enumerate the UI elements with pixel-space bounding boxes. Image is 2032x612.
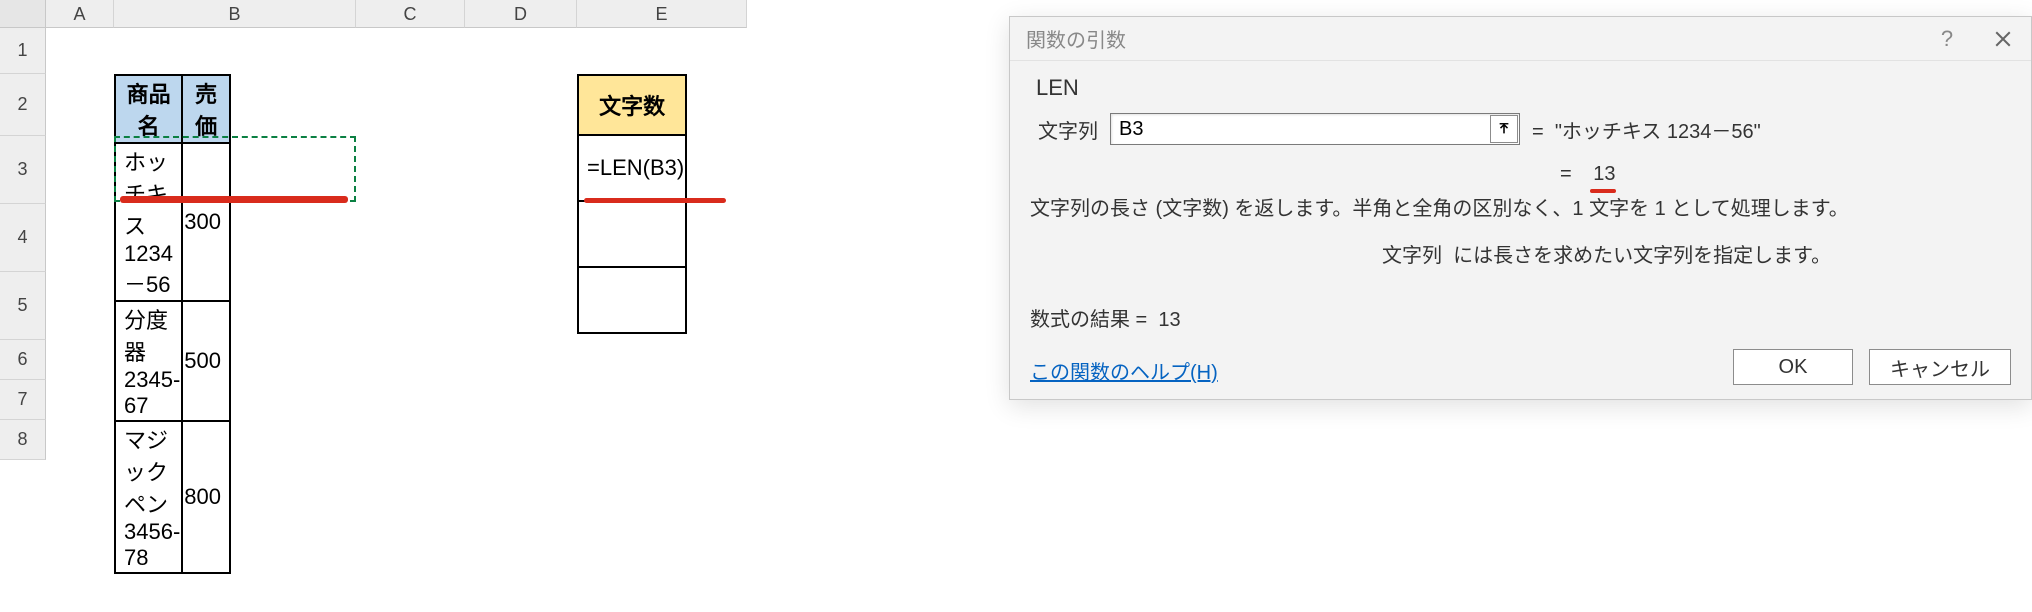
products-table[interactable]: 商品名 売価 ホッチキス 1234－56 300 分度器 2345-67 500… (114, 74, 231, 574)
arg-eval: = "ホッチキス 1234－56" (1532, 115, 1761, 144)
cell-c3[interactable]: 300 (182, 143, 230, 301)
help-icon: ? (1941, 26, 1953, 52)
annotation-red-underline-result (1590, 189, 1616, 193)
cell-e5[interactable] (578, 267, 686, 333)
cell-b5[interactable]: マジックペン 3456-78 (115, 421, 182, 573)
arrow-up-icon (1497, 122, 1511, 136)
cell-b4[interactable]: 分度器 2345-67 (115, 301, 182, 421)
close-button[interactable] (1975, 17, 2031, 61)
close-icon (1994, 30, 2012, 48)
row-head-8[interactable]: 8 (0, 420, 46, 460)
len-table-head[interactable]: 文字数 (578, 75, 686, 135)
row-head-7[interactable]: 7 (0, 380, 46, 420)
row-head-2[interactable]: 2 (0, 74, 46, 136)
row-head-1[interactable]: 1 (0, 28, 46, 74)
col-head-c[interactable]: C (356, 0, 465, 28)
help-button[interactable]: ? (1919, 17, 1975, 61)
cell-e4[interactable] (578, 201, 686, 267)
col-head-e[interactable]: E (577, 0, 747, 28)
formula-result: 数式の結果 = 13 (1030, 303, 1181, 332)
len-table[interactable]: 文字数 =LEN(B3) (577, 74, 687, 334)
row-head-6[interactable]: 6 (0, 340, 46, 380)
arg-input[interactable] (1110, 113, 1520, 145)
col-head-b[interactable]: B (114, 0, 356, 28)
dialog-title: 関数の引数 (1026, 24, 1126, 53)
cell-c5[interactable]: 800 (182, 421, 230, 573)
col-head-a[interactable]: A (46, 0, 114, 28)
cancel-button[interactable]: キャンセル (1869, 349, 2011, 385)
row-head-5[interactable]: 5 (0, 272, 46, 340)
argument-description: 文字列 には長さを求めたい文字列を指定します。 (1382, 239, 1831, 268)
function-name: LEN (1036, 75, 2011, 101)
help-link[interactable]: この関数のヘルプ(H) (1030, 356, 1218, 385)
products-table-head-price[interactable]: 売価 (182, 75, 230, 143)
products-table-head-name[interactable]: 商品名 (115, 75, 182, 143)
function-arguments-dialog: 関数の引数 ? LEN 文字列 = "ホッチキス 1234－56" (1009, 16, 2032, 400)
cell-b3[interactable]: ホッチキス 1234－56 (115, 143, 182, 301)
ok-button[interactable]: OK (1733, 349, 1853, 385)
row-headers: 12345678 (0, 28, 46, 460)
collapse-dialog-button[interactable] (1490, 115, 1518, 143)
cell-e3[interactable]: =LEN(B3) (578, 135, 686, 201)
column-headers: ABCDE (0, 0, 747, 28)
row-head-3[interactable]: 3 (0, 136, 46, 204)
dialog-titlebar[interactable]: 関数の引数 ? (1010, 17, 2031, 61)
row-head-4[interactable]: 4 (0, 204, 46, 272)
intermediate-result: = 13 (1560, 163, 1616, 186)
function-description: 文字列の長さ (文字数) を返します。半角と全角の区別なく、1 文字を 1 とし… (1030, 195, 1849, 223)
col-head-d[interactable]: D (465, 0, 577, 28)
arg-label: 文字列 (1036, 115, 1098, 144)
cell-c4[interactable]: 500 (182, 301, 230, 421)
select-all-corner[interactable] (0, 0, 46, 28)
